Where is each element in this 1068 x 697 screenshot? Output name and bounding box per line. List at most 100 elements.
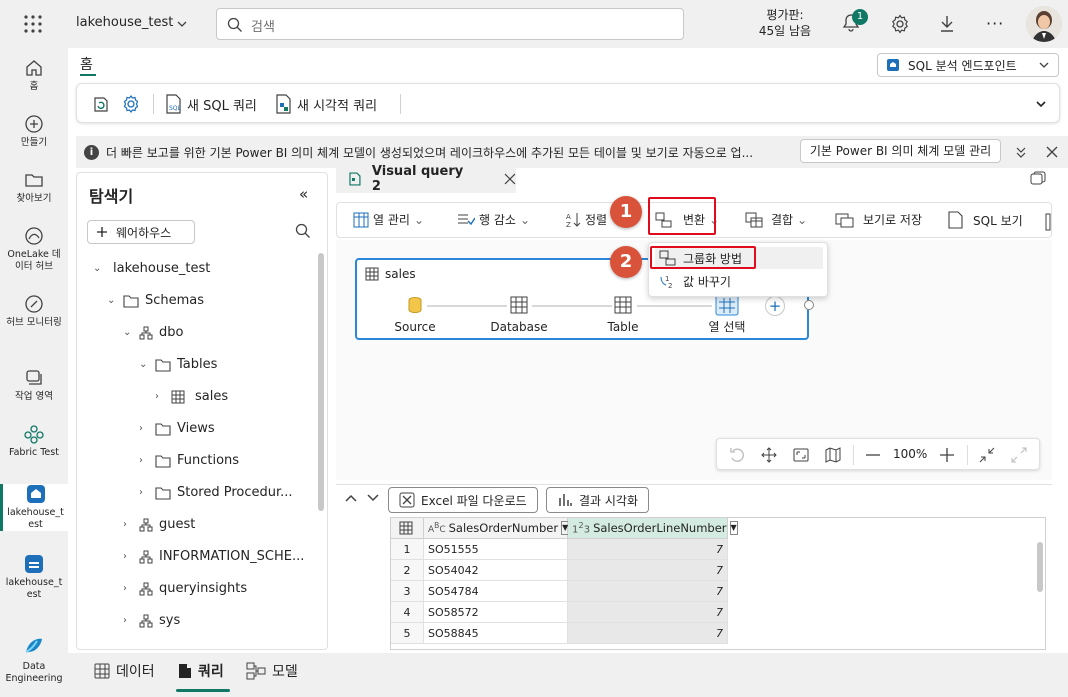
node-output-port[interactable]: [804, 300, 814, 310]
add-warehouse-button[interactable]: 웨어하우스: [87, 220, 195, 244]
tree-item-tables[interactable]: ⌄ Tables: [139, 357, 217, 372]
cell-order-number[interactable]: SO54784: [424, 581, 568, 602]
cell-order-number[interactable]: SO51555: [424, 539, 568, 560]
workspace-title[interactable]: lakehouse_test: [76, 15, 173, 30]
nav-lakehouse-endpoint[interactable]: lakehouse_test: [0, 554, 68, 601]
cell-line-number[interactable]: 7: [568, 539, 728, 560]
chevron-right-icon: ›: [139, 455, 143, 466]
tree-item-information-schema[interactable]: › INFORMATION_SCHE...: [123, 549, 304, 564]
nav-lakehouse-active[interactable]: lakehouse_test: [0, 484, 68, 531]
overflow-icon[interactable]: [1045, 213, 1051, 231]
pan-move-icon[interactable]: [761, 447, 777, 463]
search-icon[interactable]: [295, 223, 311, 239]
sql-view-button[interactable]: SQL 보기: [947, 211, 1023, 229]
tree-item-views[interactable]: › Views: [139, 421, 215, 436]
visualize-results-button[interactable]: 결과 시각화: [546, 487, 650, 513]
settings-gear-icon[interactable]: [890, 14, 910, 34]
new-visual-query-button[interactable]: 새 시각적 쿼리: [275, 94, 377, 114]
cell-order-number[interactable]: SO54042: [424, 560, 568, 581]
step-badge-2: 2: [610, 246, 642, 278]
tree-item-schemas[interactable]: ⌄ Schemas: [107, 293, 204, 308]
menu-item-replace-values[interactable]: 12 값 바꾸기: [655, 270, 823, 292]
reduce-rows-button[interactable]: 행 감소 ⌄: [457, 211, 530, 228]
cell-order-number[interactable]: SO58845: [424, 623, 568, 644]
add-step-plus-icon[interactable]: +: [765, 296, 785, 316]
chevron-down-icon[interactable]: [366, 493, 380, 503]
restore-window-icon[interactable]: [1030, 171, 1046, 185]
more-options-icon[interactable]: ···: [986, 14, 1004, 33]
nav-browse[interactable]: 찾아보기: [0, 170, 68, 205]
tree-item-sales[interactable]: › sales: [155, 389, 228, 404]
nav-monitor[interactable]: 허브 모니터링: [0, 294, 68, 329]
chevron-down-icon[interactable]: [176, 18, 188, 30]
user-avatar[interactable]: [1026, 6, 1062, 42]
close-icon[interactable]: [504, 173, 516, 185]
save-view-icon: [835, 213, 854, 227]
tab-home[interactable]: 홈: [80, 54, 93, 74]
map-icon[interactable]: [825, 447, 841, 463]
cell-line-number[interactable]: 7: [568, 560, 728, 581]
expand-chevron-icon[interactable]: [1014, 145, 1028, 159]
step-table[interactable]: Table: [593, 296, 653, 334]
step-source[interactable]: Source: [385, 296, 445, 334]
cell-line-number[interactable]: 7: [568, 581, 728, 602]
manage-semantic-model-button[interactable]: 기본 Power BI 의미 체계 모델 관리: [800, 139, 1001, 163]
nav-home[interactable]: 홈: [0, 58, 68, 93]
nav-data-engineering[interactable]: Data Engineering: [0, 636, 68, 685]
tree-item-queryinsights[interactable]: › queryinsights: [123, 581, 247, 596]
tab-query[interactable]: 쿼리: [178, 661, 224, 681]
collapse-panel-icon[interactable]: «: [299, 185, 308, 203]
cell-line-number[interactable]: 7: [568, 623, 728, 644]
sort-button[interactable]: AZ 정렬: [565, 211, 607, 228]
grid-scrollbar[interactable]: [1037, 542, 1043, 592]
combine-button[interactable]: 결합 ⌄: [745, 211, 807, 228]
save-as-view-button[interactable]: 보기로 저장: [835, 211, 922, 228]
nav-onelake[interactable]: OneLake 데이터 허브: [0, 226, 68, 273]
tree-item-lakehouse[interactable]: ⌄ lakehouse_test: [93, 261, 210, 276]
search-input[interactable]: 검색: [216, 8, 684, 40]
scrollbar[interactable]: [318, 253, 324, 511]
app-launcher-icon[interactable]: [22, 13, 44, 35]
trial-status[interactable]: 평가판: 45일 남음: [740, 7, 830, 39]
tree-item-guest[interactable]: › guest: [123, 517, 195, 532]
collapse-arrows-icon[interactable]: [979, 447, 995, 463]
chevron-up-icon[interactable]: [344, 493, 358, 503]
tab-data[interactable]: 데이터: [94, 661, 155, 681]
nav-fabric-test[interactable]: Fabric Test: [0, 424, 68, 459]
new-sql-query-button[interactable]: SQL 새 SQL 쿼리: [165, 94, 257, 114]
close-icon[interactable]: [1045, 145, 1059, 159]
step-select-columns[interactable]: 열 선택: [697, 294, 757, 335]
cell-line-number[interactable]: 7: [568, 602, 728, 623]
zoom-out-minus-icon[interactable]: [865, 447, 881, 463]
tree-item-stored-procedures[interactable]: › Stored Procedur...: [139, 485, 293, 500]
step-database[interactable]: Database: [489, 296, 549, 334]
column-header-salesordernumber[interactable]: ABC SalesOrderNumber ▼: [424, 518, 570, 539]
fit-to-view-icon[interactable]: [793, 447, 809, 463]
download-icon[interactable]: [938, 14, 956, 34]
manage-columns-button[interactable]: 열 관리 ⌄: [353, 211, 424, 228]
tree-item-functions[interactable]: › Functions: [139, 453, 239, 468]
column-filter-dropdown-icon[interactable]: ▼: [729, 521, 738, 535]
tree-label: Stored Procedur...: [177, 485, 293, 500]
tree-item-dbo[interactable]: ⌄ dbo: [123, 325, 183, 340]
expand-arrows-icon[interactable]: [1011, 447, 1027, 463]
download-excel-button[interactable]: Excel 파일 다운로드: [388, 487, 538, 513]
tab-query-indicator: [176, 689, 230, 692]
zoom-in-plus-icon[interactable]: [939, 447, 955, 463]
cell-order-number[interactable]: SO58572: [424, 602, 568, 623]
endpoint-select[interactable]: SQL 분석 엔드포인트: [877, 53, 1059, 77]
folder-icon: [155, 486, 171, 500]
settings-button[interactable]: [121, 94, 141, 114]
visualize-results-label: 결과 시각화: [579, 493, 639, 508]
nav-create[interactable]: 만들기: [0, 114, 68, 149]
tab-model[interactable]: 모델: [246, 661, 298, 681]
tree-item-sys[interactable]: › sys: [123, 613, 180, 628]
nav-workspaces[interactable]: 작업 영역: [0, 368, 68, 403]
column-header-salesorderlinenumber[interactable]: 123 SalesOrderLineNumber ▼: [568, 518, 738, 539]
tab-visual-query[interactable]: Visual query 2: [336, 164, 516, 194]
add-warehouse-label: 웨어하우스: [116, 225, 172, 240]
number-type-icon: 123: [572, 520, 591, 536]
ribbon-expand-chevron-icon[interactable]: [1035, 98, 1047, 110]
refresh-button[interactable]: [91, 94, 111, 114]
undo-icon[interactable]: [729, 447, 745, 463]
